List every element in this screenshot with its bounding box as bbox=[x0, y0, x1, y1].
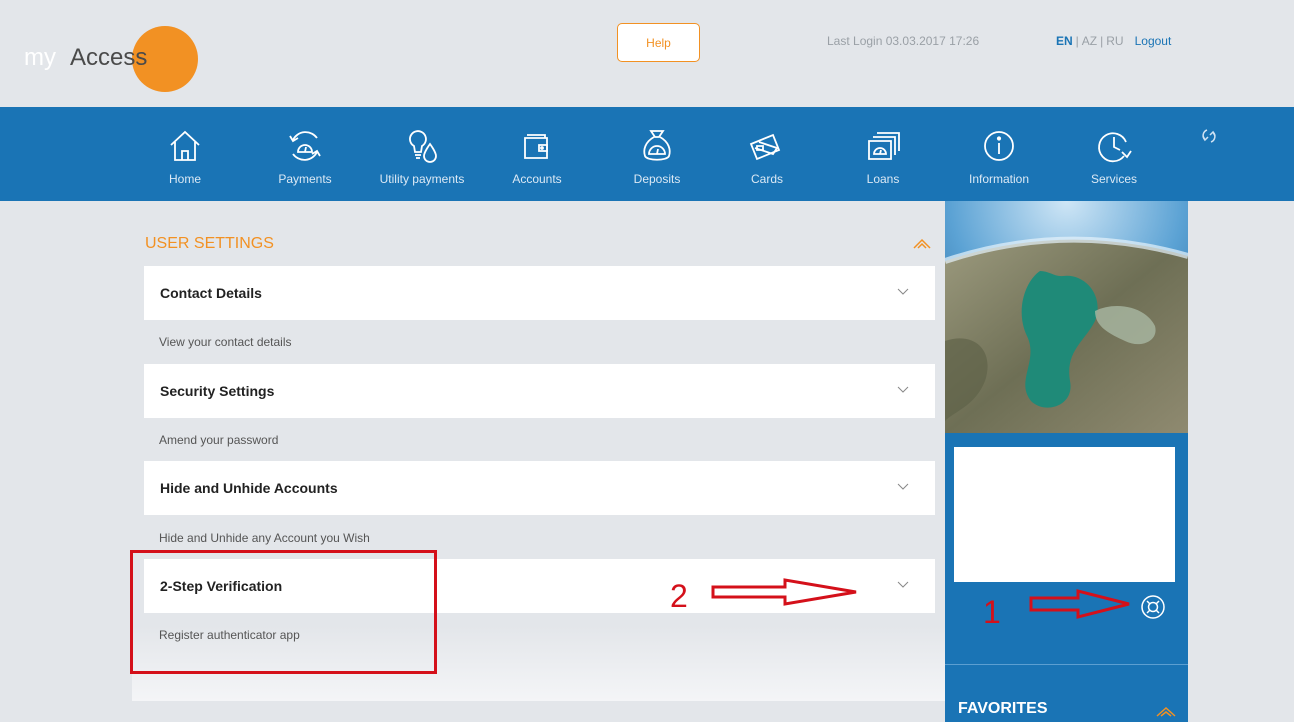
row-label: Contact Details bbox=[160, 285, 262, 301]
lang-az[interactable]: AZ bbox=[1082, 34, 1097, 48]
nav-label: Deposits bbox=[633, 172, 681, 186]
favorites-heading: FAVORITES bbox=[958, 700, 1048, 717]
lang-separator: | bbox=[1075, 34, 1079, 48]
nav-item-payments[interactable]: Payments bbox=[270, 107, 340, 201]
nav-label: Accounts bbox=[512, 172, 562, 186]
main-nav: Home Payments Utility payments Accounts … bbox=[0, 107, 1294, 201]
chevron-down-icon[interactable] bbox=[897, 483, 909, 491]
help-button[interactable]: Help bbox=[617, 23, 700, 62]
nav-item-utility-payments[interactable]: Utility payments bbox=[370, 107, 474, 201]
row-label: Hide and Unhide Accounts bbox=[160, 480, 338, 496]
services-icon bbox=[1098, 132, 1132, 163]
nav-item-deposits[interactable]: Deposits bbox=[632, 107, 682, 201]
lang-ru[interactable]: RU bbox=[1106, 34, 1123, 48]
lang-en[interactable]: EN bbox=[1056, 34, 1073, 48]
nav-item-cards[interactable]: Cards bbox=[744, 107, 790, 201]
cards-icon bbox=[749, 133, 781, 161]
annotation-arrow-icon bbox=[711, 578, 857, 606]
nav-item-information[interactable]: Information bbox=[962, 107, 1036, 201]
nav-item-accounts[interactable]: Accounts bbox=[506, 107, 568, 201]
chevron-down-icon[interactable] bbox=[897, 386, 909, 394]
row-description: Amend your password bbox=[159, 433, 279, 447]
nav-label: Cards bbox=[750, 172, 783, 186]
row-description: Hide and Unhide any Account you Wish bbox=[159, 531, 370, 545]
home-icon bbox=[170, 130, 200, 161]
nav-label: Loans bbox=[866, 172, 900, 186]
utility-icon bbox=[409, 130, 437, 163]
lang-separator: | bbox=[1100, 34, 1104, 48]
annotation-number-1: 1 bbox=[983, 594, 1001, 630]
chevron-down-icon[interactable] bbox=[897, 581, 909, 589]
widget-placeholder bbox=[954, 447, 1175, 582]
nav-label: Payments bbox=[278, 172, 332, 186]
language-switcher: EN | AZ | RU Logout bbox=[1056, 34, 1171, 48]
nav-label: Utility payments bbox=[379, 172, 465, 186]
nav-label: Services bbox=[1090, 172, 1137, 186]
logo-my-text: my bbox=[24, 44, 56, 71]
money-bag-icon bbox=[643, 130, 671, 161]
info-icon bbox=[984, 131, 1014, 161]
settings-row-security-settings[interactable]: Security Settings bbox=[144, 364, 935, 418]
settings-row-hide-unhide-accounts[interactable]: Hide and Unhide Accounts bbox=[144, 461, 935, 515]
row-description: View your contact details bbox=[159, 335, 292, 349]
loans-icon bbox=[868, 132, 900, 160]
annotation-highlight-box bbox=[130, 550, 437, 674]
settings-row-contact-details[interactable]: Contact Details bbox=[144, 266, 935, 320]
logout-link[interactable]: Logout bbox=[1135, 34, 1172, 48]
annotation-number-2: 2 bbox=[670, 578, 688, 614]
nav-item-home[interactable]: Home bbox=[163, 107, 207, 201]
sidebar-divider bbox=[945, 664, 1188, 665]
nav-label: Home bbox=[168, 172, 201, 186]
chevron-down-icon[interactable] bbox=[897, 288, 909, 296]
refresh-icon[interactable] bbox=[1198, 125, 1220, 147]
logo-access-text: Access bbox=[70, 44, 148, 71]
nav-label: Information bbox=[968, 172, 1030, 186]
earth-image bbox=[945, 201, 1188, 433]
wallet-icon bbox=[524, 134, 548, 159]
nav-item-services[interactable]: Services bbox=[1088, 107, 1140, 201]
nav-item-loans[interactable]: Loans bbox=[860, 107, 906, 201]
section-title: USER SETTINGS bbox=[145, 235, 274, 252]
annotation-arrow-icon bbox=[1029, 589, 1130, 619]
chevron-up-icon[interactable] bbox=[1155, 706, 1177, 718]
last-login-text: Last Login 03.03.2017 17:26 bbox=[827, 34, 980, 48]
chevron-up-icon[interactable] bbox=[912, 238, 932, 250]
gear-icon[interactable] bbox=[1138, 592, 1168, 622]
row-label: Security Settings bbox=[160, 383, 275, 399]
payments-icon bbox=[289, 131, 321, 161]
